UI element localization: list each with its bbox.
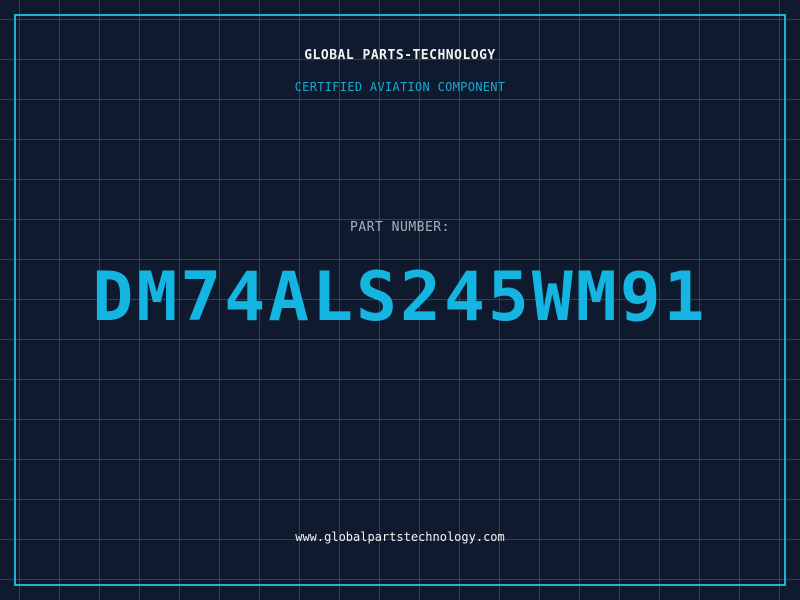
website-url: www.globalpartstechnology.com [295, 530, 505, 544]
part-number-value: DM74ALS245WM91 [92, 258, 708, 337]
certification-label: CERTIFIED AVIATION COMPONENT [294, 80, 506, 94]
company-name: GLOBAL PARTS-TECHNOLOGY [304, 48, 496, 63]
part-number-label: PART NUMBER: [350, 220, 450, 235]
